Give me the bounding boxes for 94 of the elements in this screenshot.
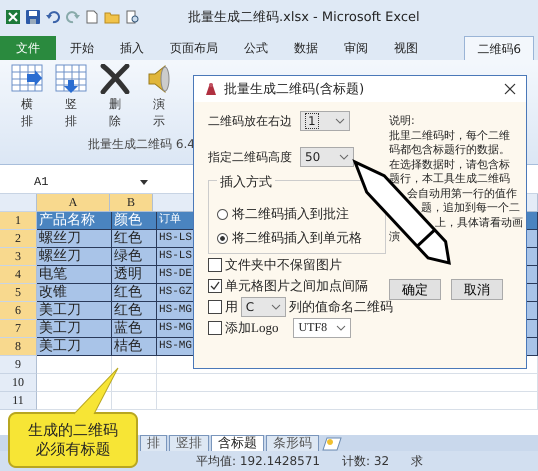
description-text: 题行，本工具生成二维码 [389, 172, 510, 186]
table-cell: 红色 [112, 302, 157, 320]
ribbon-tab[interactable]: 视图 [382, 36, 430, 60]
chevron-down-icon [339, 154, 349, 160]
position-dropdown[interactable]: 1 [300, 111, 350, 131]
table-cell: 改锥 [37, 284, 112, 302]
dialog-title: 批量生成二维码(含标题) [224, 81, 364, 98]
row-header[interactable]: 7 [0, 320, 37, 338]
row-header[interactable]: 2 [0, 230, 37, 248]
chevron-down-icon [271, 304, 281, 310]
table-cell: 颜色 [112, 212, 157, 230]
ribbon-tab[interactable]: 开始 [58, 36, 106, 60]
sheet-tab[interactable]: 竖排 [169, 435, 209, 451]
ribbon-tab[interactable]: 数据 [282, 36, 330, 60]
description-text: 在选择数据时，请包含标 [389, 158, 510, 172]
description-text: 上，具体请看动画 [434, 216, 523, 230]
undo-icon[interactable] [46, 10, 60, 24]
checkbox[interactable] [208, 258, 222, 272]
group-title: 插入方式 [217, 173, 275, 191]
ribbon-button[interactable]: 删除 [96, 64, 134, 130]
grid-icon [55, 64, 87, 94]
column-header[interactable]: A [37, 194, 110, 212]
ribbon-tab[interactable]: 二维码6 [464, 36, 534, 60]
ribbon-tab[interactable]: 插入 [108, 36, 156, 60]
close-icon[interactable] [504, 83, 516, 95]
row-header[interactable]: 11 [0, 392, 37, 410]
row-header[interactable]: 6 [0, 302, 37, 320]
dialog-button[interactable]: 取消 [451, 278, 503, 300]
checkbox[interactable] [208, 320, 222, 334]
field-label: 指定二维码高度 [208, 148, 292, 166]
radio-option[interactable]: 将二维码插入到单元格 [217, 229, 362, 247]
status-text: 平均值: 192.1428571 [196, 452, 320, 470]
height-dropdown[interactable]: 50 [300, 147, 354, 167]
dropdown-caret-icon[interactable] [140, 180, 148, 184]
new-document-icon[interactable] [86, 10, 98, 24]
description-text: 批里二维码时，每个二维 [389, 128, 510, 143]
checkbox[interactable] [208, 300, 222, 314]
name-box[interactable]: A1 [4, 175, 134, 189]
table-cell: 红色 [112, 230, 157, 248]
status-text: 计数: 32 [342, 452, 390, 470]
description-text: 说明: [389, 114, 415, 128]
table-cell: 螺丝刀 [37, 248, 112, 266]
cross-icon [99, 64, 131, 94]
sheet-tab[interactable]: 含标题 [211, 435, 264, 451]
row-header[interactable]: 8 [0, 338, 37, 356]
grid-icon [11, 64, 43, 94]
description-text: 演 [389, 230, 400, 244]
ribbon-tab[interactable]: 文件 [0, 36, 56, 60]
ribbon-button[interactable]: 演示 [140, 64, 178, 130]
table-cell: 美工刀 [37, 320, 112, 338]
description-text: 码都包含标题行的数据。 [389, 143, 510, 158]
table-cell: 美工刀 [37, 338, 112, 356]
new-sheet-icon[interactable] [321, 437, 343, 451]
column-header[interactable]: B [110, 194, 153, 212]
table-cell: 绿色 [112, 248, 157, 266]
table-cell: 产品名称 [37, 212, 112, 230]
table-cell: 美工刀 [37, 302, 112, 320]
field-label: 二维码放在右边 [208, 112, 292, 130]
ribbon-button[interactable]: 竖排 [52, 64, 90, 130]
print-preview-icon[interactable] [126, 10, 140, 24]
chevron-down-icon [336, 324, 346, 330]
checkbox-label: 添加Logo [225, 318, 278, 336]
table-cell: 螺丝刀 [37, 230, 112, 248]
folder-icon[interactable] [104, 10, 120, 24]
encoding-dropdown[interactable]: UTF8 [293, 318, 352, 338]
table-cell [112, 392, 157, 410]
column-dropdown[interactable]: C [240, 296, 286, 316]
app-icon [204, 82, 218, 96]
row-header[interactable]: 9 [0, 356, 37, 374]
save-icon[interactable] [26, 10, 40, 24]
window-title: 批量生成二维码.xlsx - Microsoft Excel [188, 9, 420, 26]
ribbon-tab[interactable]: 页面布局 [158, 36, 230, 60]
table-cell: 透明 [112, 266, 157, 284]
table-cell: 电笔 [37, 266, 112, 284]
ribbon-button[interactable]: 横排 [8, 64, 46, 130]
sheet-tab[interactable]: 条形码 [266, 435, 319, 451]
checkbox[interactable] [208, 278, 222, 292]
chevron-down-icon [335, 118, 345, 124]
status-text: 求 [411, 452, 424, 470]
sheet-tab[interactable]: 排 [140, 435, 167, 451]
dialog-button[interactable]: 确定 [389, 278, 441, 300]
row-header[interactable]: 10 [0, 374, 37, 392]
row-header[interactable]: 1 [0, 212, 37, 230]
row-header[interactable]: 3 [0, 248, 37, 266]
table-cell: 蓝色 [112, 320, 157, 338]
ribbon-tab[interactable]: 公式 [232, 36, 280, 60]
table-cell: 桔色 [112, 338, 157, 356]
row-header[interactable]: 4 [0, 266, 37, 284]
ribbon-tab[interactable]: 审阅 [332, 36, 380, 60]
table-cell: 红色 [112, 284, 157, 302]
description-text: 会自动用第一行的值作 [406, 186, 517, 201]
row-header[interactable]: 5 [0, 284, 37, 302]
excel-logo-icon [6, 10, 20, 24]
ribbon-group-label: 批量生成二维码 6.4 [88, 136, 195, 153]
